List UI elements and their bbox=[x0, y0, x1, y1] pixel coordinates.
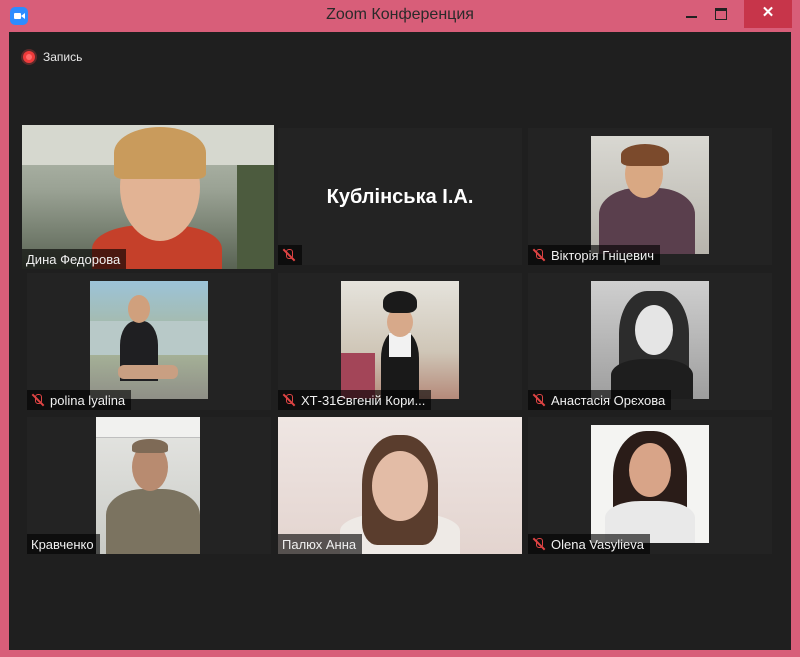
mic-muted-icon bbox=[282, 393, 296, 407]
mic-muted-icon bbox=[532, 537, 546, 551]
maximize-icon bbox=[715, 8, 727, 21]
participant-name-bar: Дина Федорова bbox=[22, 249, 127, 269]
participant-name-bar bbox=[278, 245, 302, 265]
minimize-icon bbox=[685, 16, 697, 19]
mic-muted-icon bbox=[282, 248, 296, 262]
recording-dot-icon bbox=[23, 51, 35, 63]
participant-name-bar: polina lyalina bbox=[27, 390, 132, 410]
participant-video bbox=[96, 417, 200, 554]
participant-tile[interactable]: Анастасія Орєхова bbox=[528, 273, 772, 410]
participant-name-bar: Olena Vasylieva bbox=[528, 534, 650, 554]
participant-name: Olena Vasylieva bbox=[551, 536, 644, 552]
participant-tile[interactable]: Вікторія Гніцевич bbox=[528, 128, 772, 265]
meeting-view: Запись Дина Федорова Кублінська І.А. Вік… bbox=[9, 32, 791, 650]
participant-tile[interactable]: Палюх Анна bbox=[278, 417, 522, 554]
participant-name: Анастасія Орєхова bbox=[551, 392, 666, 408]
title-bar: Zoom Конференция ✕ bbox=[0, 0, 800, 32]
participant-name-bar: Анастасія Орєхова bbox=[528, 390, 672, 410]
participant-tile[interactable]: Дина Федорова bbox=[22, 125, 274, 269]
recording-indicator[interactable]: Запись bbox=[23, 48, 82, 66]
participant-name-bar: Палюх Анна bbox=[278, 534, 363, 554]
participant-name: Палюх Анна bbox=[282, 536, 357, 552]
mic-muted-icon bbox=[31, 393, 45, 407]
participant-video bbox=[591, 425, 709, 543]
participant-tile[interactable]: Кублінська І.А. bbox=[278, 128, 522, 265]
participant-name: Кравченко bbox=[31, 536, 94, 552]
participant-tile[interactable]: Olena Vasylieva bbox=[528, 417, 772, 554]
mic-muted-icon bbox=[532, 393, 546, 407]
participant-video bbox=[591, 136, 709, 254]
participant-tile[interactable]: ХТ-31Євгеній Кори... bbox=[278, 273, 522, 410]
mic-muted-icon bbox=[532, 248, 546, 262]
maximize-button[interactable] bbox=[706, 0, 736, 28]
participant-video bbox=[90, 281, 208, 399]
participant-video bbox=[341, 281, 459, 399]
participant-name-bar: Кравченко bbox=[27, 534, 100, 554]
minimize-button[interactable] bbox=[676, 0, 706, 28]
participant-name: ХТ-31Євгеній Кори... bbox=[301, 392, 426, 408]
recording-label: Запись bbox=[43, 50, 83, 64]
participant-video bbox=[22, 125, 274, 269]
participant-display-name: Кублінська І.А. bbox=[326, 186, 474, 208]
participant-name-bar: Вікторія Гніцевич bbox=[528, 245, 661, 265]
participant-tile[interactable]: polina lyalina bbox=[27, 273, 271, 410]
participant-tile[interactable]: Кравченко bbox=[27, 417, 271, 554]
participant-name: Дина Федорова bbox=[26, 251, 121, 267]
participant-video bbox=[591, 281, 709, 399]
participant-name-bar: ХТ-31Євгеній Кори... bbox=[278, 390, 432, 410]
participant-name: polina lyalina bbox=[50, 392, 126, 408]
participant-name: Вікторія Гніцевич bbox=[551, 247, 655, 263]
close-button[interactable]: ✕ bbox=[744, 0, 792, 28]
